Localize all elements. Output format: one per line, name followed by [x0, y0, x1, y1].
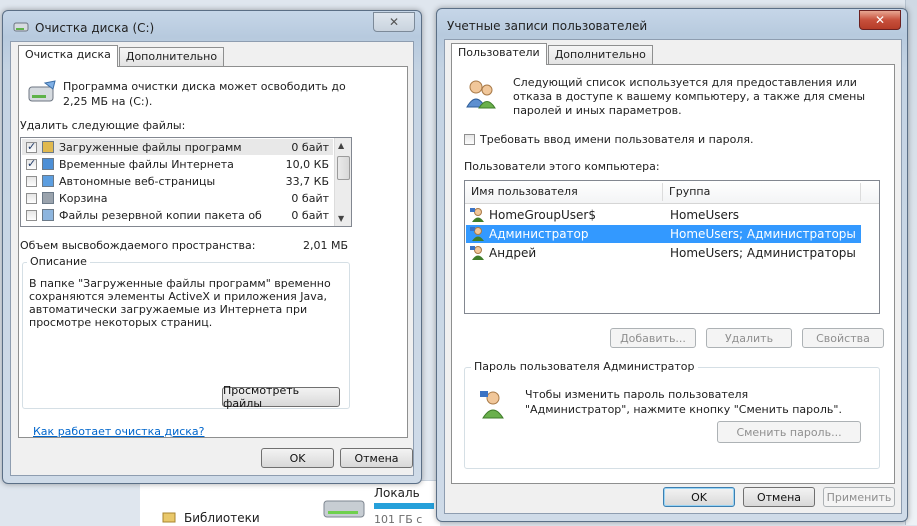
- user-accounts-ok-button[interactable]: OK: [663, 487, 735, 507]
- file-name: Автономные веб-страницы: [59, 174, 216, 188]
- require-login-checkbox[interactable]: [464, 134, 475, 145]
- add-user-button[interactable]: Добавить...: [610, 328, 696, 348]
- user-icon: [470, 207, 486, 226]
- remove-user-button[interactable]: Удалить: [706, 328, 792, 348]
- apply-button[interactable]: Применить: [823, 487, 895, 507]
- freed-space-label: Объем высвобождаемого пространства:: [20, 239, 256, 252]
- file-checkbox[interactable]: [26, 157, 37, 170]
- file-name: Файлы резервной копии пакета об...: [59, 208, 263, 222]
- file-size: 0 байт: [291, 208, 329, 222]
- file-type-icon: [42, 141, 54, 153]
- view-files-button[interactable]: Просмотреть файлы: [222, 384, 340, 410]
- users-tab-panel: Следующий список используется для предос…: [451, 64, 895, 484]
- user-icon: [470, 226, 486, 245]
- disk-cleanup-client: Очистка диска Дополнительно Программа оч…: [10, 41, 414, 476]
- file-list-item[interactable]: Автономные веб-страницы 33,7 КБ: [22, 173, 333, 189]
- tab-users[interactable]: Пользователи: [451, 43, 547, 65]
- tab-advanced[interactable]: Дополнительно: [118, 47, 225, 66]
- user-list-item[interactable]: Андрей HomeUsers; Администраторы: [466, 244, 861, 262]
- disk-cleanup-app-icon: [13, 20, 29, 37]
- user-accounts-close-button[interactable]: ✕: [859, 10, 901, 30]
- freed-space-value: 2,01 МБ: [303, 239, 349, 252]
- files-list[interactable]: ▲ ▼ Загруженные файлы программ 0 байт Врем…: [20, 137, 352, 227]
- password-text: Чтобы изменить пароль пользователя "Адми…: [525, 388, 842, 416]
- libraries-icon: [162, 511, 176, 526]
- drive-icon: [322, 493, 368, 526]
- user-list-item[interactable]: HomeGroupUser$ HomeUsers: [466, 206, 861, 224]
- disk-cleanup-ok-button[interactable]: OK: [261, 448, 334, 468]
- file-checkbox[interactable]: [26, 192, 37, 204]
- column-header-group[interactable]: Группа: [669, 185, 710, 198]
- disk-cleanup-cancel-button[interactable]: Отмена: [340, 448, 413, 468]
- files-list-scrollbar[interactable]: ▲ ▼: [334, 138, 351, 226]
- disk-cleanup-window: Очистка диска (C:) ✕ Очистка диска Допол…: [2, 10, 422, 484]
- disk-cleanup-tab-panel: Программа очистки диска может освободить…: [18, 66, 408, 438]
- disk-cleanup-close-button[interactable]: ✕: [373, 12, 415, 32]
- user-accounts-client: Пользователи Дополнительно Следующий спи…: [444, 39, 902, 514]
- user-group: HomeUsers: [670, 208, 740, 222]
- file-size: 10,0 КБ: [285, 157, 329, 171]
- user-list-item[interactable]: Администратор HomeUsers; Администраторы: [466, 225, 861, 243]
- description-text: В папке "Загруженные файлы программ" вре…: [29, 277, 331, 329]
- user-name: Андрей: [489, 246, 537, 260]
- delete-files-label: Удалить следующие файлы:: [20, 119, 186, 132]
- user-accounts-title: Учетные записи пользователей: [447, 19, 648, 33]
- disk-usage-bar: [374, 503, 434, 509]
- file-name: Временные файлы Интернета: [59, 157, 234, 171]
- disk-cleanup-title: Очистка диска (C:): [35, 21, 155, 35]
- local-disk-label[interactable]: Локаль: [374, 486, 420, 500]
- users-list-label: Пользователи этого компьютера:: [464, 160, 660, 173]
- user-group: HomeUsers; Администраторы: [670, 227, 856, 241]
- scroll-up-icon[interactable]: ▲: [338, 141, 344, 150]
- user-properties-button[interactable]: Свойства: [802, 328, 884, 348]
- user-name: HomeGroupUser$: [489, 208, 596, 222]
- disk-cleanup-titlebar[interactable]: Очистка диска (C:): [13, 19, 154, 37]
- password-group: Пароль пользователя Администратор Чтобы …: [464, 360, 880, 469]
- file-checkbox[interactable]: [26, 140, 37, 153]
- file-type-icon: [42, 209, 54, 221]
- file-size: 0 байт: [291, 140, 329, 154]
- user-name: Администратор: [489, 227, 589, 241]
- users-list[interactable]: Имя пользователя Группа HomeGroupUser$ Ho…: [464, 180, 880, 314]
- file-size: 0 байт: [291, 191, 329, 205]
- user-password-icon: [479, 388, 509, 423]
- column-header-username[interactable]: Имя пользователя: [471, 185, 578, 198]
- disk-cleanup-intro: Программа очистки диска может освободить…: [63, 80, 346, 108]
- libraries-label[interactable]: Библиотеки: [184, 511, 260, 525]
- file-list-item[interactable]: Временные файлы Интернета 10,0 КБ: [22, 156, 333, 172]
- file-type-icon: [42, 158, 54, 170]
- user-icon: [470, 245, 486, 264]
- disk-cleanup-icon: [27, 79, 57, 112]
- tab-disk-cleanup[interactable]: Очистка диска: [18, 45, 118, 67]
- tab-advanced[interactable]: Дополнительно: [547, 45, 653, 64]
- user-accounts-titlebar[interactable]: Учетные записи пользователей: [447, 17, 647, 35]
- users-intro: Следующий список используется для предос…: [513, 76, 866, 117]
- disk-free-label: 101 ГБ с: [374, 513, 423, 526]
- file-name: Загруженные файлы программ: [59, 140, 242, 154]
- user-accounts-window: Учетные записи пользователей ✕ Пользоват…: [436, 8, 908, 522]
- file-type-icon: [42, 175, 54, 187]
- description-label: Описание: [27, 255, 90, 268]
- change-password-button[interactable]: Сменить пароль...: [717, 421, 861, 443]
- file-list-item[interactable]: Корзина 0 байт: [22, 190, 333, 206]
- file-checkbox[interactable]: [26, 209, 37, 221]
- user-accounts-cancel-button[interactable]: Отмена: [743, 487, 815, 507]
- scroll-down-icon[interactable]: ▼: [338, 214, 344, 223]
- background-desktop: [0, 480, 140, 525]
- scroll-thumb[interactable]: [337, 156, 350, 180]
- file-list-item[interactable]: Файлы резервной копии пакета об... 0 байт: [22, 207, 333, 223]
- users-group-icon: [464, 77, 498, 114]
- file-name: Корзина: [59, 191, 108, 205]
- file-size: 33,7 КБ: [285, 174, 329, 188]
- require-login-label[interactable]: Требовать ввод имени пользователя и паро…: [480, 133, 753, 146]
- file-checkbox[interactable]: [26, 175, 37, 187]
- file-type-icon: [42, 192, 54, 204]
- how-disk-cleanup-works-link[interactable]: Как работает очистка диска?: [33, 425, 205, 438]
- password-group-label: Пароль пользователя Администратор: [471, 360, 698, 373]
- user-group: HomeUsers; Администраторы: [670, 246, 856, 260]
- file-list-item[interactable]: Загруженные файлы программ 0 байт: [22, 139, 333, 155]
- explorer-background: Библиотеки Локаль 101 ГБ с: [140, 480, 440, 526]
